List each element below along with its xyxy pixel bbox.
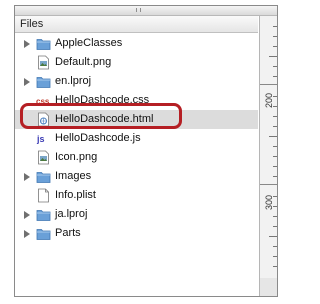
ruler-tick <box>273 266 277 267</box>
ruler-tick <box>273 156 277 157</box>
ruler-corner <box>259 278 277 296</box>
ruler-tick <box>273 26 277 27</box>
vertical-ruler: 200 300 <box>259 16 277 278</box>
ruler-label-300: 300 <box>264 194 274 210</box>
ruler-tick <box>273 256 277 257</box>
ruler-tick <box>269 236 277 237</box>
list-item-label: ja.lproj <box>55 208 88 220</box>
ruler-tick <box>273 96 277 97</box>
ruler-tick <box>273 66 277 67</box>
panel-resize-strip[interactable] <box>15 6 277 16</box>
list-item[interactable]: Images <box>15 167 258 186</box>
files-header: Files <box>15 16 258 33</box>
disclosure-triangle-icon[interactable] <box>24 211 30 219</box>
list-item-label: Icon.png <box>55 151 98 163</box>
selection-highlight-callout <box>20 103 182 129</box>
list-item[interactable]: Parts <box>15 224 258 243</box>
list-item-label: Default.png <box>55 56 112 68</box>
folder-icon <box>36 210 51 221</box>
ruler-tick <box>273 226 277 227</box>
list-item[interactable]: Icon.png <box>15 148 258 167</box>
list-item-label: HelloDashcode.js <box>55 132 141 144</box>
files-panel: Files AppleClasses Default.png en.lproj … <box>14 5 278 297</box>
ruler-tick <box>273 206 277 207</box>
ruler-major-line <box>260 84 277 85</box>
ruler-tick <box>273 46 277 47</box>
resize-grip-icon[interactable] <box>136 8 141 12</box>
folder-icon <box>36 77 51 88</box>
list-item-label: AppleClasses <box>55 37 123 49</box>
list-item[interactable]: AppleClasses <box>15 34 258 53</box>
ruler-tick <box>273 116 277 117</box>
list-item-label: Images <box>55 170 92 182</box>
ruler-tick <box>273 146 277 147</box>
js-file-icon: js <box>36 134 45 144</box>
ruler-tick <box>269 136 277 137</box>
disclosure-triangle-icon[interactable] <box>24 173 30 181</box>
image-file-icon <box>38 55 49 70</box>
list-item-label: Parts <box>55 227 81 239</box>
ruler-tick <box>269 56 277 57</box>
ruler-tick <box>273 166 277 167</box>
list-item-label: en.lproj <box>55 75 92 87</box>
ruler-tick <box>273 126 277 127</box>
disclosure-triangle-icon[interactable] <box>24 40 30 48</box>
list-item[interactable]: js HelloDashcode.js <box>15 129 258 148</box>
ruler-tick <box>273 196 277 197</box>
folder-icon <box>36 229 51 240</box>
list-item[interactable]: Default.png <box>15 53 258 72</box>
folder-icon <box>36 172 51 183</box>
ruler-major-line <box>260 184 277 185</box>
ruler-tick <box>273 216 277 217</box>
image-file-icon <box>38 150 49 165</box>
ruler-tick <box>273 246 277 247</box>
list-item[interactable]: en.lproj <box>15 72 258 91</box>
ruler-tick <box>273 36 277 37</box>
list-item[interactable]: ja.lproj <box>15 205 258 224</box>
disclosure-triangle-icon[interactable] <box>24 230 30 238</box>
ruler-tick <box>273 176 277 177</box>
list-item[interactable]: Info.plist <box>15 186 258 205</box>
svg-text:js: js <box>36 134 45 144</box>
document-icon <box>38 188 49 203</box>
ruler-tick <box>273 76 277 77</box>
ruler-tick <box>273 106 277 107</box>
folder-icon <box>36 39 51 50</box>
disclosure-triangle-icon[interactable] <box>24 78 30 86</box>
list-item-label: Info.plist <box>55 189 96 201</box>
